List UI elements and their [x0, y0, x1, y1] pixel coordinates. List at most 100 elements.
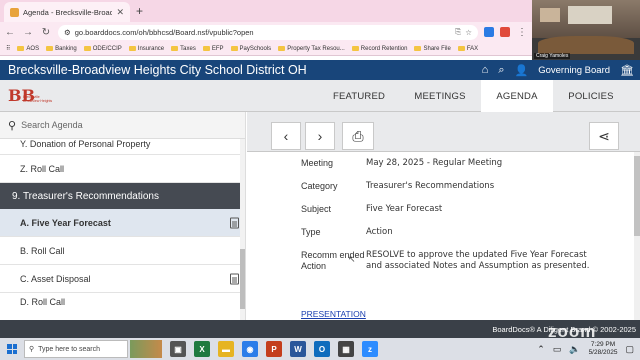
bookmark-folder[interactable]: Property Tax Resou... — [278, 46, 345, 52]
bookmark-label: FAX — [466, 45, 479, 52]
app-icon[interactable]: ▦ — [338, 341, 354, 357]
bookmark-folder[interactable]: Banking — [46, 46, 77, 52]
browser-tab[interactable]: Agenda - Brecksville-Broadvie ✕ — [4, 2, 130, 22]
agenda-item[interactable]: D. Roll Call — [0, 293, 245, 311]
address-bar[interactable]: ⚙ go.boarddocs.com/oh/bbhcsd/Board.nsf/v… — [58, 24, 478, 40]
bookmark-label: Share File — [423, 45, 451, 52]
scrollbar-thumb[interactable] — [634, 156, 640, 236]
tab-agenda[interactable]: AGENDA — [481, 80, 553, 112]
search-placeholder: Search Agenda — [21, 120, 83, 130]
meeting-row: Meeting May 28, 2025 - Regular Meeting — [301, 158, 591, 169]
agenda-section-header[interactable]: 9. Treasurer's Recommendations — [0, 183, 245, 209]
browser-tab-bar: Agenda - Brecksville-Broadvie ✕ + — [0, 0, 532, 22]
video-whiteboard — [568, 6, 612, 24]
tab-policies[interactable]: POLICIES — [553, 80, 629, 112]
extension-icon[interactable] — [500, 27, 510, 37]
bookmark-folder[interactable]: EFP — [202, 46, 224, 52]
governing-board-label[interactable]: Governing Board — [538, 65, 610, 76]
category-row: Category Treasurer's Recommendations — [301, 181, 591, 192]
windows-icon — [7, 344, 17, 354]
forward-icon[interactable]: → — [22, 27, 34, 38]
building-icon[interactable]: 🏛 — [620, 64, 634, 77]
recommended-action-row: Recomm ended Action RESOLVE to approve t… — [301, 250, 591, 272]
agenda-item[interactable]: C. Asset Disposal — [0, 265, 245, 293]
reload-icon[interactable]: ↻ — [40, 27, 52, 38]
meeting-label: Meeting — [301, 158, 334, 168]
excel-icon[interactable]: X — [194, 341, 210, 357]
district-logo: BB Brecksville Broadview Heights — [8, 86, 56, 106]
video-table — [538, 36, 634, 54]
clock[interactable]: 7:29 PM 5/28/2025 — [589, 341, 618, 357]
bookmark-label: PaySchools — [239, 45, 272, 52]
user-icon[interactable]: 👤 — [515, 64, 529, 77]
word-icon[interactable]: W — [290, 341, 306, 357]
scrollbar-thumb[interactable] — [240, 249, 245, 309]
browser-nav-bar: ← → ↻ ⚙ go.boarddocs.com/oh/bbhcsd/Board… — [0, 22, 532, 42]
agenda-item-selected[interactable]: A. Five Year Forecast — [0, 209, 245, 237]
taskbar-search[interactable]: ⚲ Type here to search — [24, 340, 128, 358]
agenda-item-label: D. Roll Call — [20, 297, 66, 307]
taskbar-search-placeholder: Type here to search — [38, 345, 101, 353]
recommended-action-label: Recomm ended Action — [301, 250, 365, 271]
bookmark-folder[interactable]: Share File — [414, 45, 451, 52]
tab-featured[interactable]: FEATURED — [319, 80, 399, 112]
home-icon[interactable]: ⌂ — [482, 64, 489, 76]
agenda-item[interactable]: Z. Roll Call — [0, 155, 245, 183]
share-button[interactable]: ⋖ — [589, 122, 619, 150]
bookmark-folder[interactable]: Taxes — [171, 46, 196, 52]
print-button[interactable]: ⎙ — [342, 122, 374, 150]
bookmark-label: Banking — [55, 45, 77, 52]
bookmark-folder[interactable]: AOS — [17, 46, 39, 52]
powerpoint-icon[interactable]: P — [266, 341, 282, 357]
apps-icon[interactable]: ⠿ — [6, 45, 10, 52]
search-icon[interactable]: ⌕ — [498, 64, 504, 77]
url-text: go.boarddocs.com/oh/bbhcsd/Board.nsf/vpu… — [74, 27, 254, 37]
agenda-item-label: B. Roll Call — [20, 245, 65, 256]
close-tab-icon[interactable]: ✕ — [116, 7, 124, 18]
extension-icon[interactable] — [484, 27, 494, 37]
site-info-icon[interactable]: ⚙ — [64, 28, 71, 37]
start-button[interactable] — [0, 338, 24, 360]
clock-time: 7:29 PM — [590, 341, 616, 348]
tab-meetings[interactable]: MEETINGS — [399, 80, 481, 112]
bookmark-folder[interactable]: Insurance — [128, 46, 164, 52]
previous-item-button[interactable]: ‹ — [271, 122, 301, 150]
folder-icon — [83, 46, 91, 51]
bookmark-folder[interactable]: FAX — [457, 45, 479, 52]
agenda-panel: ⚲ Search Agenda Y. Donation of Personal … — [0, 112, 246, 320]
notifications-icon[interactable]: ▢ — [625, 344, 634, 355]
tray-overflow-icon[interactable]: ⌃ — [537, 344, 545, 355]
next-item-button[interactable]: › — [305, 122, 335, 150]
agenda-item[interactable]: Y. Donation of Personal Property — [0, 139, 245, 155]
search-highlight-image[interactable] — [130, 340, 162, 358]
windows-taskbar: ⚲ Type here to search ▣ X ▬ ◉ P W O ▦ z … — [0, 338, 640, 360]
clock-date: 5/28/2025 — [588, 349, 618, 356]
agenda-scrollbar[interactable] — [240, 139, 245, 320]
bookmark-star-icon[interactable]: ☆ — [465, 28, 472, 37]
share-page-icon[interactable]: ⎘ — [455, 27, 461, 37]
back-icon[interactable]: ← — [4, 27, 16, 38]
presentation-link[interactable]: PRESENTATION — [301, 309, 366, 319]
new-tab-icon[interactable]: + — [136, 4, 143, 18]
menu-icon[interactable]: ⋮ — [516, 27, 528, 38]
agenda-item[interactable]: B. Roll Call — [0, 237, 245, 265]
outlook-icon[interactable]: O — [314, 341, 330, 357]
recommended-action-value: RESOLVE to approve the updated Five Year… — [366, 250, 590, 271]
volume-icon[interactable]: 🔈 — [569, 344, 580, 355]
network-icon[interactable]: ▭ — [553, 344, 562, 355]
task-view-icon[interactable]: ▣ — [170, 341, 186, 357]
zoom-app-icon[interactable]: z — [362, 341, 378, 357]
bookmark-folder[interactable]: PaySchools — [230, 45, 272, 52]
participant-name: Craig Yamoles — [534, 53, 571, 59]
bookmark-folder[interactable]: ODE/CCIP — [83, 45, 122, 52]
chevron-left-icon: ‹ — [283, 128, 289, 144]
detail-scrollbar[interactable] — [634, 152, 640, 320]
system-tray: ⌃ ▭ 🔈 7:29 PM 5/28/2025 ▢ — [537, 338, 634, 360]
bookmark-label: ODE/CCIP — [92, 45, 122, 52]
bookmark-folder[interactable]: Record Retention — [351, 46, 407, 52]
logo-text: Brecksville Broadview Heights — [23, 95, 53, 103]
item-detail-panel: ‹ › ⎙ ⋖ Meeting May 28, 2025 - Regular M… — [247, 112, 640, 320]
chrome-icon[interactable]: ◉ — [242, 341, 258, 357]
agenda-search[interactable]: ⚲ Search Agenda — [0, 112, 245, 139]
file-explorer-icon[interactable]: ▬ — [218, 341, 234, 357]
